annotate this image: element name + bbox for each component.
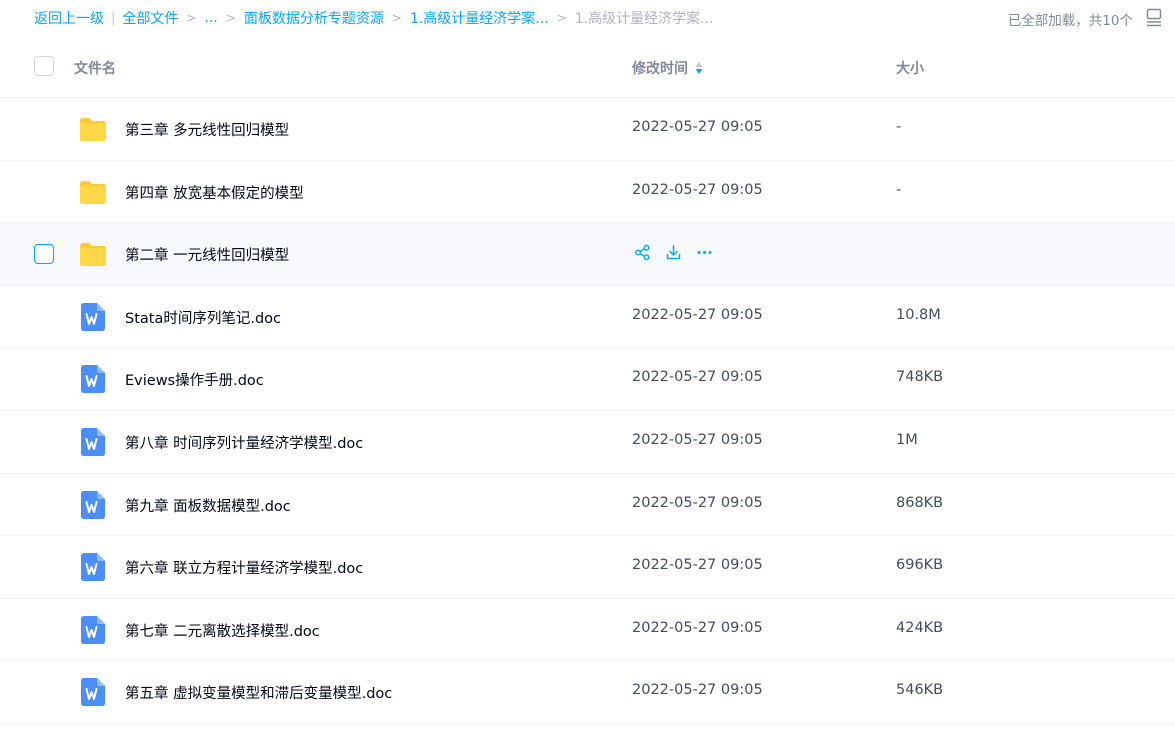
column-header-name: 文件名 — [74, 61, 116, 77]
back-link[interactable]: 返回上一级 — [34, 8, 104, 28]
select-all-checkbox[interactable] — [34, 56, 54, 76]
file-row[interactable]: Eviews操作手册.doc 2022-05-27 09:05 748KB — [0, 348, 1175, 411]
list-view-icon[interactable] — [1145, 7, 1163, 27]
folder-icon — [80, 180, 106, 204]
file-row[interactable]: 第三章 多元线性回归模型 2022-05-27 09:05 - — [0, 98, 1175, 161]
column-header-modified[interactable]: 修改时间 — [632, 58, 704, 78]
file-size: 696KB — [896, 557, 944, 574]
modified-time: 2022-05-27 09:05 — [632, 119, 763, 135]
breadcrumb-root[interactable]: 全部文件 — [122, 8, 178, 28]
sort-icon — [695, 62, 703, 74]
file-size: 868KB — [896, 494, 944, 511]
doc-file-icon — [81, 365, 105, 394]
breadcrumb-level-1[interactable]: 面板数据分析专题资源 — [244, 8, 384, 28]
column-header-modified-label: 修改时间 — [632, 61, 688, 77]
file-name[interactable]: Stata时间序列笔记.doc — [125, 307, 281, 328]
file-name[interactable]: 第五章 虚拟变量模型和滞后变量模型.doc — [125, 682, 392, 703]
download-icon[interactable] — [665, 244, 682, 261]
file-size: 10.8M — [896, 306, 941, 323]
table-header: 文件名 修改时间 大小 — [0, 36, 1175, 98]
file-name[interactable]: 第六章 联立方程计量经济学模型.doc — [125, 557, 363, 578]
top-bar: 返回上一级 | 全部文件 > ... > 面板数据分析专题资源 > 1.高级计量… — [0, 0, 1175, 36]
file-row[interactable]: 第四章 放宽基本假定的模型 2022-05-27 09:05 - — [0, 161, 1175, 224]
breadcrumb: 返回上一级 | 全部文件 > ... > 面板数据分析专题资源 > 1.高级计量… — [34, 8, 713, 28]
doc-file-icon — [81, 615, 105, 644]
column-header-size: 大小 — [896, 61, 924, 77]
breadcrumb-ellipsis[interactable]: ... — [204, 10, 217, 26]
doc-file-icon — [81, 427, 105, 456]
load-status: 已全部加载，共10个 — [1007, 13, 1133, 29]
modified-time: 2022-05-27 09:05 — [632, 494, 763, 511]
modified-time: 2022-05-27 09:05 — [632, 619, 763, 636]
modified-time: 2022-05-27 09:05 — [632, 306, 763, 323]
doc-file-icon — [81, 490, 105, 519]
row-actions — [634, 244, 713, 261]
file-name[interactable]: 第七章 二元离散选择模型.doc — [125, 620, 320, 641]
folder-icon — [80, 118, 106, 141]
file-row[interactable]: Stata时间序列笔记.doc 2022-05-27 09:05 10.8M — [0, 286, 1175, 349]
doc-file-icon — [81, 678, 105, 707]
file-name[interactable]: Eviews操作手册.doc — [125, 369, 264, 390]
file-row[interactable]: 第九章 面板数据模型.doc 2022-05-27 09:05 868KB — [0, 474, 1175, 537]
breadcrumb-separator: > — [391, 11, 402, 25]
doc-file-icon — [81, 553, 105, 582]
breadcrumb-separator: > — [556, 11, 567, 25]
doc-file-icon — [81, 302, 105, 331]
file-row[interactable]: 第二章 一元线性回归模型 — [0, 223, 1175, 286]
file-row[interactable]: 第七章 二元离散选择模型.doc 2022-05-27 09:05 424KB — [0, 599, 1175, 662]
file-size: 748KB — [896, 369, 944, 386]
row-checkbox[interactable] — [34, 244, 54, 265]
breadcrumb-separator: > — [186, 11, 197, 25]
folder-icon — [80, 243, 106, 267]
breadcrumb-level-2[interactable]: 1.高级计量经济学案... — [410, 8, 549, 28]
file-name[interactable]: 第二章 一元线性回归模型 — [125, 244, 289, 265]
modified-time: 2022-05-27 09:05 — [632, 431, 763, 448]
file-size: - — [896, 119, 902, 135]
file-size: 1M — [896, 431, 918, 448]
breadcrumb-current: 1.高级计量经济学案... — [574, 11, 714, 27]
file-name[interactable]: 第四章 放宽基本假定的模型 — [125, 182, 304, 203]
file-row[interactable]: 第六章 联立方程计量经济学模型.doc 2022-05-27 09:05 696KB — [0, 536, 1175, 599]
breadcrumb-divider: | — [111, 10, 116, 26]
file-row[interactable]: 第五章 虚拟变量模型和滞后变量模型.doc 2022-05-27 09:05 546… — [0, 661, 1175, 724]
file-list: 第三章 多元线性回归模型 2022-05-27 09:05 - 第四章 放宽基本假定… — [0, 98, 1175, 724]
modified-time: 2022-05-27 09:05 — [632, 557, 763, 574]
file-name[interactable]: 第九章 面板数据模型.doc — [125, 495, 291, 516]
modified-time: 2022-05-27 09:05 — [632, 181, 763, 198]
file-size: - — [896, 181, 902, 198]
more-icon[interactable] — [696, 244, 713, 261]
file-size: 424KB — [896, 619, 944, 636]
modified-time: 2022-05-27 09:05 — [632, 369, 763, 386]
file-size: 546KB — [896, 682, 944, 699]
file-name[interactable]: 第三章 多元线性回归模型 — [125, 119, 289, 140]
modified-time: 2022-05-27 09:05 — [632, 682, 763, 699]
share-icon[interactable] — [634, 244, 651, 261]
file-name[interactable]: 第八章 时间序列计量经济学模型.doc — [125, 432, 363, 453]
breadcrumb-separator: > — [225, 11, 236, 25]
file-row[interactable]: 第八章 时间序列计量经济学模型.doc 2022-05-27 09:05 1M — [0, 411, 1175, 474]
